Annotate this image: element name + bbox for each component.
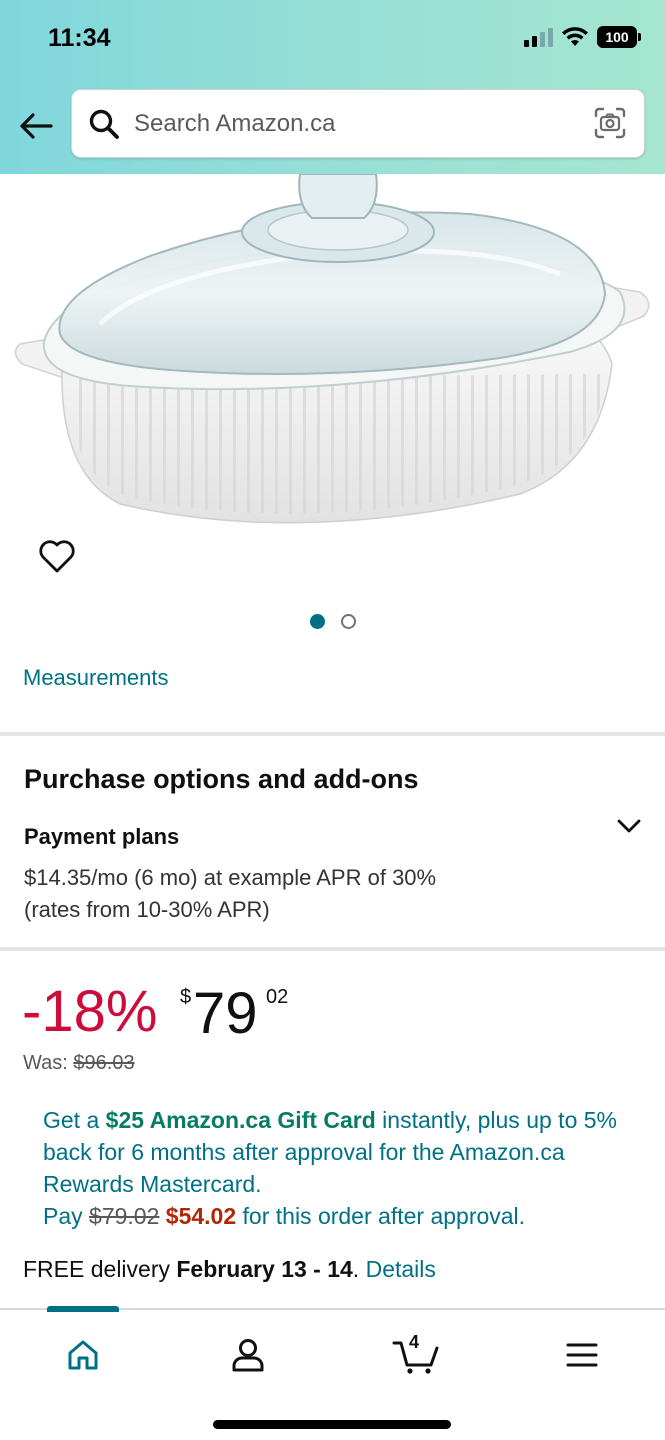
payment-plans-details: $14.35/mo (6 mo) at example APR of 30% (… [24,862,584,926]
hamburger-menu-icon [566,1343,598,1367]
camera-search-icon[interactable] [594,107,626,139]
delivery-dates: February 13 - 14 [176,1256,353,1282]
cart-count-badge: 4 [408,1332,419,1352]
promo-pay-label: Pay [43,1203,90,1229]
search-input[interactable] [134,104,574,144]
active-tab-indicator [47,1306,119,1312]
search-icon [89,109,119,139]
wifi-icon [562,27,588,46]
promo-new-price: $54.02 [165,1203,237,1229]
price-whole: 79 [193,981,258,1046]
back-button[interactable] [18,108,54,144]
pagination-dot[interactable] [341,614,356,629]
delivery-prefix: FREE delivery [23,1256,177,1282]
home-indicator [213,1420,451,1429]
was-price: Was: $96.03 [23,1052,135,1075]
tab-cart[interactable]: 4 [386,1330,446,1380]
section-divider [0,732,665,736]
cellular-signal-icon [524,27,553,47]
home-icon [68,1340,98,1370]
was-label: Was: [23,1052,68,1074]
measurements-link[interactable]: Measurements [23,665,169,691]
price-fraction: 02 [266,986,289,1008]
payment-plans-title[interactable]: Payment plans [24,824,179,850]
status-icons: 100 [524,26,641,48]
payment-plans-line: $14.35/mo (6 mo) at example APR of 30% [24,865,437,890]
promo-text: Get a [43,1107,106,1133]
delivery-info: FREE delivery February 13 - 14. Details [23,1256,436,1283]
tab-home[interactable] [53,1330,113,1380]
app-header: 11:34 100 [0,0,665,174]
tab-account[interactable] [218,1330,278,1380]
gift-card-promo[interactable]: Get a $25 Amazon.ca Gift Card instantly,… [43,1104,633,1232]
price-currency-symbol: $ [180,986,192,1008]
expand-payment-plans-button[interactable] [617,818,641,839]
was-price-value: $96.03 [73,1052,135,1074]
bottom-tab-bar: 4 [0,1306,665,1440]
promo-old-price: $79.02 [89,1203,160,1229]
add-to-wishlist-button[interactable] [38,538,76,574]
tab-menu[interactable] [552,1330,612,1380]
purchase-options-title: Purchase options and add-ons [24,764,419,794]
status-time: 11:34 [48,24,111,52]
delivery-separator: . [352,1256,366,1282]
payment-plans-rates: (rates from 10-30% APR) [24,897,270,922]
image-pagination [310,614,356,629]
section-divider [0,947,665,951]
battery-icon: 100 [597,26,641,48]
pagination-dot-active[interactable] [310,614,325,629]
delivery-details-link[interactable]: Details [366,1256,436,1282]
product-image[interactable] [0,174,665,594]
search-bar[interactable] [71,89,645,158]
chevron-down-icon [617,819,641,833]
arrow-left-icon [20,113,53,139]
heart-icon [39,540,75,573]
user-icon [232,1339,264,1372]
promo-gift-card: $25 Amazon.ca Gift Card [105,1107,376,1133]
promo-text: for this order after approval. [236,1203,526,1229]
discount-percentage: -18% [22,979,158,1044]
